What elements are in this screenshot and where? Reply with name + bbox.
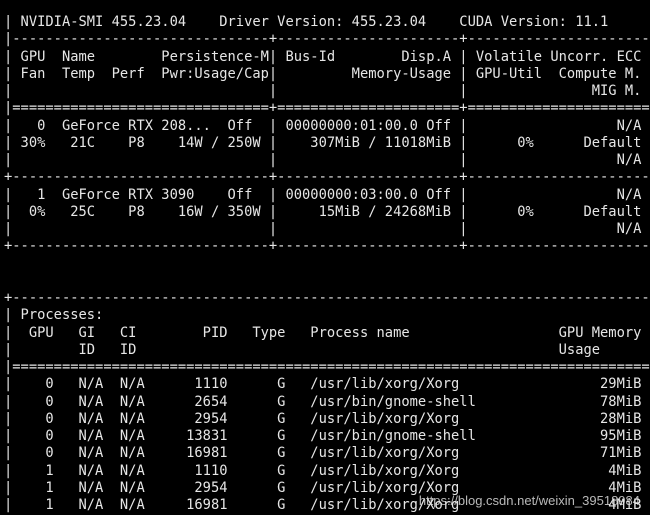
gpu-0-row-2: | 30% 21C P8 14W / 250W | 307MiB / 11018… <box>4 134 650 151</box>
processes-header-separator: |=======================================… <box>4 359 650 375</box>
gpu-1-row-1: | 1 GeForce RTX 3090 Off | 00000000:03:0… <box>4 186 650 203</box>
process-row: | 0 N/A N/A 16981 G /usr/lib/xorg/Xorg 7… <box>4 445 650 462</box>
process-row: | 1 N/A N/A 1110 G /usr/lib/xorg/Xorg 4M… <box>4 462 650 479</box>
nvidia-smi-output: | NVIDIA-SMI 455.23.04 Driver Version: 4… <box>0 0 650 515</box>
table-bottom-border: +-------------------------------+-------… <box>4 238 650 255</box>
processes-column-header-1: | GPU GI CI PID Type Process name GPU Me… <box>4 324 650 341</box>
processes-column-header-2: | ID ID Usage | <box>4 341 650 358</box>
process-row: | 0 N/A N/A 2954 G /usr/lib/xorg/Xorg 28… <box>4 410 650 427</box>
process-row: | 0 N/A N/A 2654 G /usr/bin/gnome-shell … <box>4 393 650 410</box>
terminal-window[interactable]: | NVIDIA-SMI 455.23.04 Driver Version: 4… <box>0 0 650 515</box>
gpu-0-row-3: | | | N/A | <box>4 152 650 168</box>
gpu-1-row-3: | | | N/A | <box>4 221 650 237</box>
nvidia-smi-header-line: | NVIDIA-SMI 455.23.04 Driver Version: 4… <box>4 14 650 30</box>
table-header-separator: |===============================+=======… <box>4 100 650 117</box>
table-separator: +-------------------------------+-------… <box>4 169 650 186</box>
gpu-column-header-2: | Fan Temp Perf Pwr:Usage/Cap| Memory-Us… <box>4 65 650 82</box>
processes-top-border: +---------------------------------------… <box>4 290 650 306</box>
table-separator: |-------------------------------+-------… <box>4 31 650 48</box>
watermark-text: https://blog.csdn.net/weixin_39518984 <box>418 493 640 508</box>
process-row: | 0 N/A N/A 1110 G /usr/lib/xorg/Xorg 29… <box>4 376 650 393</box>
gpu-column-header-3: | | | MIG M. | <box>4 83 650 99</box>
processes-title: | Processes: | <box>4 307 650 324</box>
process-row: | 0 N/A N/A 13831 G /usr/bin/gnome-shell… <box>4 428 650 444</box>
gpu-1-row-2: | 0% 25C P8 16W / 350W | 15MiB / 24268Mi… <box>4 203 650 220</box>
gpu-0-row-1: | 0 GeForce RTX 208... Off | 00000000:01… <box>4 117 650 134</box>
gpu-column-header-1: | GPU Name Persistence-M| Bus-Id Disp.A … <box>4 48 650 65</box>
